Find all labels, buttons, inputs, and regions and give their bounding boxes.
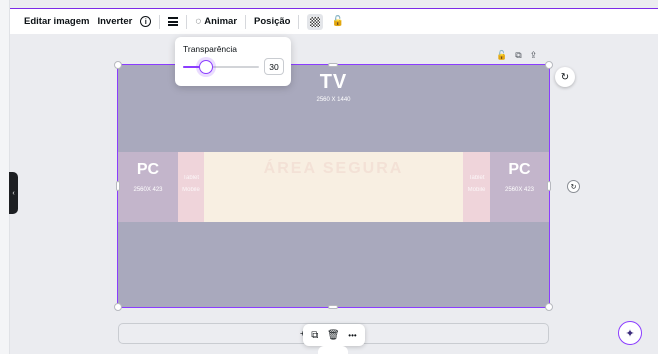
rotate-handle-icon: ↻ <box>570 183 577 191</box>
rotate-button[interactable]: ↻ <box>555 67 575 87</box>
more-options-icon[interactable]: ••• <box>348 331 356 340</box>
mobile-right-label: Mobile <box>467 187 486 193</box>
safe-area-label: ÁREA SEGURA <box>263 160 404 177</box>
pc-right-size: 2560X 423 <box>504 187 535 193</box>
edit-image-button[interactable]: Editar imagem <box>20 12 93 32</box>
duplicate-page-icon[interactable]: ⧉ <box>515 50 521 61</box>
transparency-slider[interactable] <box>183 66 259 68</box>
toolbar-divider <box>245 14 247 29</box>
rotate-handle[interactable]: ↻ <box>567 180 580 193</box>
magic-assistant-button[interactable]: ✦ <box>618 321 642 345</box>
resize-handle-bottom-right[interactable] <box>545 303 553 311</box>
tablet-left-label: Tablet <box>182 175 199 181</box>
pc-right-title: PC <box>508 161 531 178</box>
tv-size: 2560 X 1440 <box>316 97 351 103</box>
toolbar-divider <box>186 14 188 29</box>
lock-page-icon[interactable]: 🔓 <box>496 50 507 61</box>
top-toolbar: Editar imagem Inverter i ◌ Animar Posiçã… <box>10 8 658 34</box>
resize-handle-top-left[interactable] <box>114 61 122 69</box>
page-actions: 🔓 ⧉ ⇪ <box>496 50 537 61</box>
add-page-icon[interactable]: ⇪ <box>530 50 538 61</box>
toolbar-divider <box>159 14 161 29</box>
lines-icon <box>168 17 179 26</box>
transparency-icon <box>307 13 324 30</box>
duplicate-icon[interactable]: ⧉ <box>311 330 318 341</box>
info-icon: i <box>140 16 152 27</box>
animate-button[interactable]: ◌ Animar <box>191 12 241 32</box>
edit-image-label: Editar imagem <box>24 16 90 27</box>
animate-label: Animar <box>204 16 238 27</box>
transparency-button[interactable] <box>303 12 327 32</box>
design-canvas[interactable]: TV 2560 X 1440 PC 2560X 423 Tablet Mobil… <box>117 64 550 308</box>
sparkle-icon: ✦ <box>625 327 635 340</box>
context-toolbar-tail <box>318 346 348 354</box>
tablet-left-panel: Tablet Mobile <box>178 152 204 222</box>
collapse-panel-button[interactable]: ‹ <box>9 172 18 214</box>
safe-area-panel: ÁREA SEGURA <box>204 152 463 222</box>
border-style-button[interactable] <box>164 12 182 32</box>
resize-handle-left[interactable] <box>116 181 120 191</box>
animate-icon: ◌ <box>195 16 202 27</box>
pc-left-panel: PC 2560X 423 <box>118 152 178 222</box>
resize-handle-right[interactable] <box>547 181 551 191</box>
transparency-label: Transparência <box>183 44 238 54</box>
tablet-right-panel: Tablet Mobile <box>463 152 490 222</box>
pc-left-title: PC <box>136 161 160 178</box>
lock-button[interactable]: 🔓 <box>327 12 347 32</box>
trash-icon[interactable]: 🗑 <box>327 330 340 341</box>
transparency-value-input[interactable]: 30 <box>264 58 284 75</box>
tablet-right-label: Tablet <box>468 175 485 181</box>
resize-handle-top-right[interactable] <box>545 61 553 69</box>
pc-right-panel: PC 2560X 423 <box>490 152 549 222</box>
position-button[interactable]: Posição <box>250 12 294 32</box>
context-toolbar: ⧉ 🗑 ••• <box>303 324 365 346</box>
mobile-left-label: Mobile <box>182 187 200 193</box>
transparency-slider-thumb[interactable] <box>198 60 213 74</box>
toolbar-divider <box>298 14 300 29</box>
info-button[interactable]: i <box>136 12 155 32</box>
flip-button[interactable]: Inverter <box>93 12 136 32</box>
resize-handle-bottom[interactable] <box>328 305 338 309</box>
chevron-left-icon: ‹ <box>12 189 15 197</box>
transparency-popup: Transparência 30 <box>175 37 291 86</box>
resize-handle-top[interactable] <box>328 63 338 67</box>
rotate-icon: ↻ <box>560 71 570 83</box>
flip-label: Inverter <box>97 16 133 27</box>
position-label: Posição <box>254 16 291 27</box>
resize-handle-bottom-left[interactable] <box>114 303 122 311</box>
safe-area-band: PC 2560X 423 Tablet Mobile ÁREA SEGURA T… <box>118 152 549 222</box>
pc-left-size: 2560X 423 <box>133 187 163 193</box>
lock-icon: 🔓 <box>331 16 344 27</box>
